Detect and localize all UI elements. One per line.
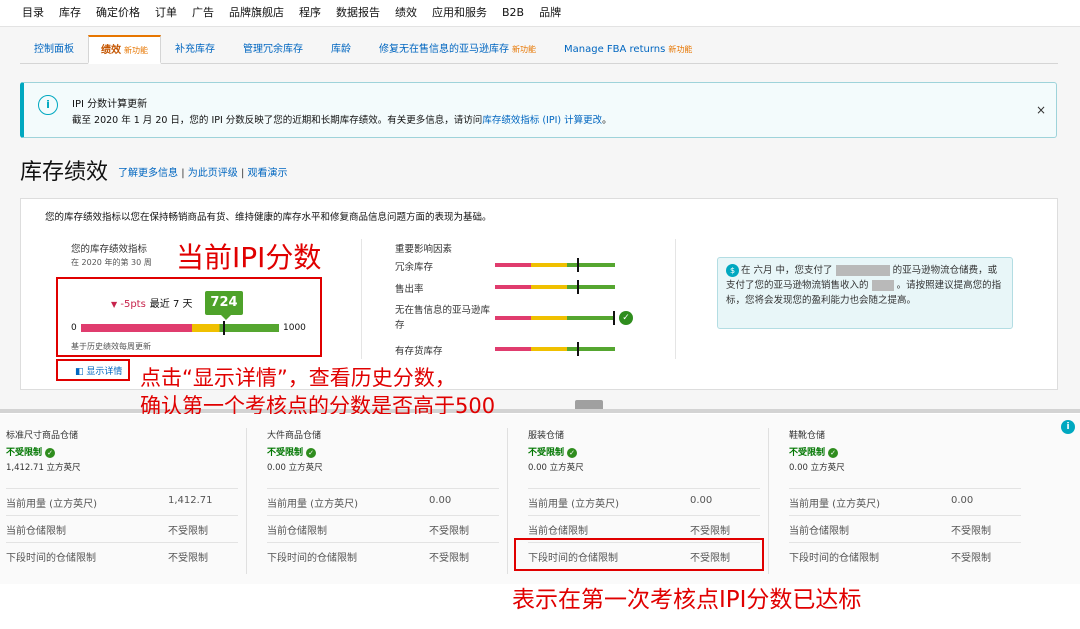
factor-marker	[613, 311, 615, 325]
table-row: 下段时间的仓储限制 不受限制	[789, 542, 1021, 566]
page-title: 库存绩效	[20, 160, 109, 185]
tab-fba-returns[interactable]: Manage FBA returns 新功能	[550, 44, 706, 63]
nav-brands[interactable]: 品牌	[539, 4, 561, 20]
table-row: 当前用量 (立方英尺) 1,412.71	[6, 488, 238, 512]
divider	[507, 428, 508, 574]
factor-stranded-label: 无在售信息的亚马逊库存	[395, 305, 491, 331]
learn-more-link[interactable]: 了解更多信息	[118, 168, 178, 179]
tab-fix-stranded[interactable]: 修复无在售信息的亚马逊库存 新功能	[365, 40, 550, 63]
nav-inventory[interactable]: 库存	[59, 4, 81, 20]
ipi-change-link[interactable]: 库存绩效指标 (IPI) 计算更改	[482, 115, 602, 126]
info-icon[interactable]: i	[1061, 420, 1075, 434]
check-icon: ✓	[828, 447, 839, 458]
tab-excess-inventory[interactable]: 管理冗余库存	[229, 40, 317, 63]
show-details-highlight	[56, 359, 130, 381]
dollar-icon: $	[726, 264, 739, 277]
table-row: 当前仓储限制 不受限制	[267, 515, 499, 539]
banner-title: IPI 分数计算更新	[72, 99, 148, 110]
storage-oversize: 大件商品仓储 不受限制 ✓ 0.00 立方英尺 当前用量 (立方英尺) 0.00 当…	[267, 428, 507, 564]
new-feature-tag: 新功能	[124, 46, 148, 55]
watch-demo-link[interactable]: 观看演示	[248, 168, 288, 179]
table-row: 下段时间的仓储限制 不受限制	[267, 542, 499, 566]
table-row: 当前仓储限制 不受限制	[528, 515, 760, 539]
table-row: 当前用量 (立方英尺) 0.00	[267, 488, 499, 512]
factor-marker	[577, 342, 579, 356]
redacted-percent	[871, 280, 894, 291]
storage-apparel: 服装仓储 不受限制 ✓ 0.00 立方英尺 当前用量 (立方英尺) 0.00 当前仓…	[528, 428, 768, 564]
tab-dashboard[interactable]: 控制面板	[20, 40, 88, 63]
divider	[246, 428, 247, 574]
table-row: 当前用量 (立方英尺) 0.00	[528, 488, 760, 512]
check-icon: ✓	[619, 311, 633, 325]
factor-sellthrough-label: 售出率	[395, 284, 424, 295]
nav-b2b[interactable]: B2B	[502, 6, 524, 19]
redacted-amount	[835, 265, 890, 276]
ipi-update-banner: i IPI 分数计算更新 截至 2020 年 1 月 20 日，您的 IPI 分…	[20, 82, 1057, 138]
met-standard-annotation: 表示在第一次考核点IPI分数已达标	[512, 587, 862, 613]
storage-footwear: 鞋靴仓储 不受限制 ✓ 0.00 立方英尺 当前用量 (立方英尺) 0.00 当前仓…	[789, 428, 1029, 564]
sub-tabs: 控制面板 绩效 新功能 补充库存 管理冗余库存 库龄 修复无在售信息的亚马逊库存新…	[20, 35, 1058, 64]
check-icon: ✓	[306, 447, 317, 458]
gauge-title: 您的库存绩效指标	[71, 244, 148, 255]
factor-marker	[577, 258, 579, 272]
nav-reports[interactable]: 数据报告	[336, 4, 380, 20]
click-detail-annotation-1: 点击“显示详情”，查看历史分数，	[140, 366, 456, 390]
tab-performance[interactable]: 绩效 新功能	[88, 35, 161, 64]
new-feature-tag: 新功能	[668, 45, 693, 54]
tab-inventory-age[interactable]: 库龄	[317, 40, 365, 63]
top-nav: 目录 库存 确定价格 订单 广告 品牌旗舰店 程序 数据报告 绩效 应用和服务 …	[0, 0, 1080, 24]
factor-instock-label: 有存货库存	[395, 346, 443, 357]
divider	[768, 428, 769, 574]
check-icon: ✓	[567, 447, 578, 458]
page-links: 了解更多信息 | 为此页评级 | 观看演示	[118, 168, 288, 179]
factor-marker	[577, 280, 579, 294]
nav-programs[interactable]: 程序	[299, 4, 321, 20]
new-feature-tag: 新功能	[512, 45, 536, 54]
close-icon[interactable]: ×	[1036, 103, 1046, 117]
table-row: 当前仓储限制 不受限制	[6, 515, 238, 539]
nav-performance[interactable]: 绩效	[395, 4, 417, 20]
factor-stranded-bar	[495, 311, 615, 325]
met-standard-highlight	[514, 538, 764, 571]
check-icon: ✓	[45, 447, 56, 458]
info-icon: i	[38, 95, 58, 115]
nav-stores[interactable]: 品牌旗舰店	[229, 4, 284, 20]
nav-apps[interactable]: 应用和服务	[432, 4, 487, 20]
nav-orders[interactable]: 订单	[155, 4, 177, 20]
table-row: 下段时间的仓储限制 不受限制	[6, 542, 238, 566]
nav-advertising[interactable]: 广告	[192, 4, 214, 20]
table-row: 当前用量 (立方英尺) 0.00	[789, 488, 1021, 512]
banner-text: 截至 2020 年 1 月 20 日，您的 IPI 分数反映了您的近期和长期库存…	[72, 115, 612, 126]
table-row: 当前仓储限制 不受限制	[789, 515, 1021, 539]
gauge-week: 在 2020 年的第 30 周	[71, 258, 152, 267]
current-score-annotation: 当前IPI分数	[176, 241, 322, 274]
tab-restock[interactable]: 补充库存	[161, 40, 229, 63]
factor-excess-bar	[495, 258, 615, 272]
current-score-highlight	[56, 277, 322, 357]
nav-pricing[interactable]: 确定价格	[96, 4, 140, 20]
card-description: 您的库存绩效指标以您在保持畅销商品有货、维持健康的库存水平和修复商品信息问题方面…	[45, 212, 492, 223]
nav-catalog[interactable]: 目录	[22, 4, 44, 20]
rate-page-link[interactable]: 为此页评级	[188, 168, 238, 179]
factor-sellthrough-bar	[495, 280, 615, 294]
factor-instock-bar	[495, 342, 615, 356]
divider	[361, 239, 362, 359]
factors-title: 重要影响因素	[395, 244, 453, 255]
storage-fee-tip: $ 在 六月 中，您支付了 的亚马逊物流仓储费，或支付了您的亚马逊物流销售收入的 …	[717, 257, 1013, 329]
storage-standard: 标准尺寸商品仓储 不受限制 ✓ 1,412.71 立方英尺 当前用量 (立方英尺)…	[6, 428, 246, 564]
factor-excess-label: 冗余库存	[395, 262, 434, 273]
divider	[675, 239, 676, 359]
